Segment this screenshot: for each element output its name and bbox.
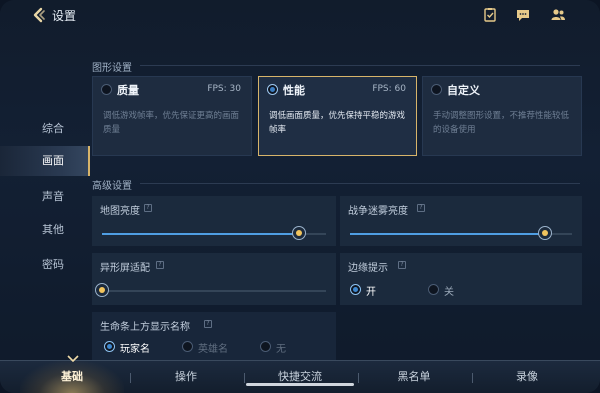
sidebar-item-display[interactable]: 画面 xyxy=(0,146,90,176)
radio-dot xyxy=(104,341,115,352)
preset-name: 质量 xyxy=(117,84,139,97)
option-label: 玩家名 xyxy=(120,344,150,355)
tab-basic[interactable]: 基础 xyxy=(17,361,127,393)
radio-dot xyxy=(428,284,439,295)
preset-name: 自定义 xyxy=(447,84,480,97)
preset-card-custom[interactable]: 自定义 手动调整图形设置，不推荐性能较低的设备使用 xyxy=(422,76,582,156)
graphics-section-title: 图形设置 xyxy=(92,63,132,74)
slider-fill xyxy=(102,233,300,235)
sidebar-item-sound[interactable]: 声音 xyxy=(0,182,90,212)
preset-fps: FPS: 30 xyxy=(207,84,241,94)
info-icon[interactable]: ? xyxy=(144,204,152,212)
option-label: 英雄名 xyxy=(198,344,228,355)
notch-adapt-panel: 异形屏适配 ? xyxy=(92,253,336,305)
preset-name: 性能 xyxy=(283,84,305,97)
radio-dot xyxy=(350,284,361,295)
sidebar-item-general[interactable]: 综合 xyxy=(0,114,90,144)
fog-brightness-thumb[interactable] xyxy=(538,226,553,240)
preset-radio[interactable] xyxy=(267,84,278,95)
map-brightness-thumb[interactable] xyxy=(292,226,307,240)
preset-radio[interactable] xyxy=(431,84,442,95)
edge-hint-panel: 边缘提示 ? 开 关 xyxy=(340,253,582,305)
radio-dot xyxy=(260,341,271,352)
fog-brightness-panel: 战争迷雾亮度 ? xyxy=(340,196,582,246)
tab-replay[interactable]: 录像 xyxy=(472,361,582,393)
map-brightness-panel: 地图亮度 ? xyxy=(92,196,336,246)
preset-radio[interactable] xyxy=(101,84,112,95)
option-label: 无 xyxy=(276,344,286,355)
chat-icon[interactable] xyxy=(515,7,531,23)
setting-label: 异形屏适配 xyxy=(100,263,150,274)
section-divider xyxy=(140,183,580,184)
back-icon[interactable] xyxy=(30,6,48,24)
slider-fill xyxy=(350,233,546,235)
home-indicator[interactable] xyxy=(246,383,354,386)
advanced-section-title: 高级设置 xyxy=(92,181,132,192)
setting-label: 生命条上方显示名称 xyxy=(100,322,190,333)
tab-quick-chat[interactable]: 快捷交流 xyxy=(245,361,355,393)
setting-label: 边缘提示 xyxy=(348,263,388,274)
preset-description: 调低画面质量，优先保持平稳的游戏帧率 xyxy=(269,111,406,135)
notch-adapt-thumb[interactable] xyxy=(95,283,109,297)
radio-dot xyxy=(182,341,193,352)
preset-card-performance[interactable]: 性能 FPS: 60 调低画面质量，优先保持平稳的游戏帧率 xyxy=(258,76,417,156)
bottom-tab-bar: 基础 操作 快捷交流 黑名单 录像 xyxy=(0,355,600,393)
tab-blacklist[interactable]: 黑名单 xyxy=(359,361,469,393)
info-icon[interactable]: ? xyxy=(417,204,425,212)
top-bar: 设置 xyxy=(0,0,600,32)
preset-description: 调低游戏帧率，优先保证更高的画面质量 xyxy=(103,111,240,135)
settings-window: 设置 图形设置 质量 FPS: 30 调低游戏帧率，优先保证更高的画面质量 性能… xyxy=(0,0,600,393)
sidebar-item-other[interactable]: 其他 xyxy=(0,215,90,245)
tab-controls[interactable]: 操作 xyxy=(131,361,241,393)
preset-description: 手动调整图形设置，不推荐性能较低的设备使用 xyxy=(433,111,570,135)
info-icon[interactable]: ? xyxy=(398,261,406,269)
preset-fps: FPS: 60 xyxy=(372,84,406,94)
section-divider xyxy=(140,65,580,66)
info-icon[interactable]: ? xyxy=(204,320,212,328)
info-icon[interactable]: ? xyxy=(156,261,164,269)
checklist-icon[interactable] xyxy=(482,7,498,23)
notch-adapt-track[interactable] xyxy=(102,290,326,292)
setting-label: 战争迷雾亮度 xyxy=(348,206,408,217)
preset-card-quality[interactable]: 质量 FPS: 30 调低游戏帧率，优先保证更高的画面质量 xyxy=(92,76,252,156)
health-bar-name-panel: 生命条上方显示名称 ? 玩家名 英雄名 无 xyxy=(92,312,336,360)
option-label: 关 xyxy=(444,287,454,298)
page-title: 设置 xyxy=(52,9,77,23)
friends-icon[interactable] xyxy=(550,7,566,23)
sidebar-item-password[interactable]: 密码 xyxy=(0,250,90,280)
setting-label: 地图亮度 xyxy=(100,206,140,217)
option-label: 开 xyxy=(366,287,376,298)
